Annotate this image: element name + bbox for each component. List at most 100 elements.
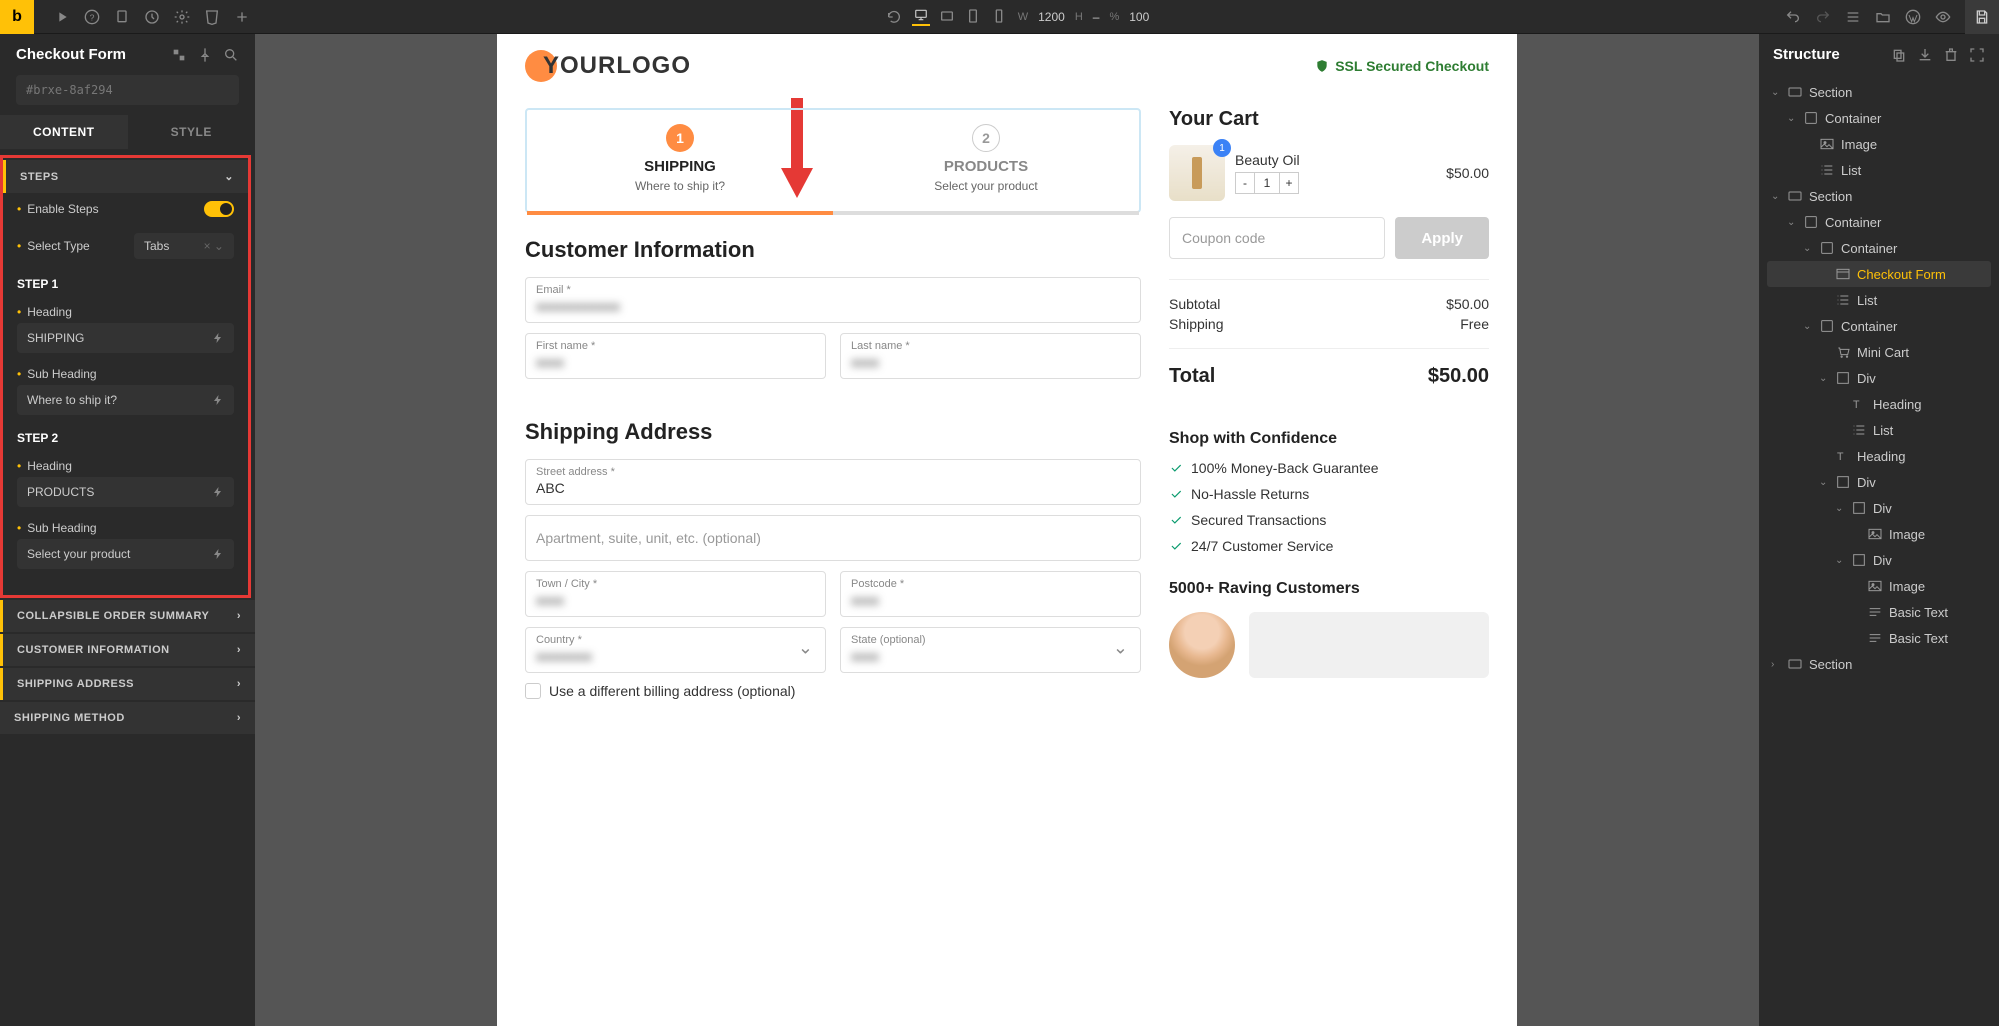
tree-item-container[interactable]: ⌄Container [1767, 313, 1991, 339]
preview-icon[interactable] [1935, 9, 1951, 25]
tree-caret-icon[interactable]: ⌄ [1835, 555, 1845, 566]
dynamic-data-icon[interactable] [212, 486, 224, 498]
section-customer-info[interactable]: CUSTOMER INFORMATION › [0, 634, 255, 666]
css-icon[interactable] [204, 9, 220, 25]
first-name-field[interactable]: First name *xxxx [525, 333, 826, 379]
canvas-viewport[interactable]: YOURLOGO SSL Secured Checkout 1 SHIPPING… [255, 34, 1759, 1026]
pin-icon[interactable] [197, 47, 213, 63]
different-billing-row[interactable]: Use a different billing address (optiona… [525, 683, 1141, 699]
tree-item-heading[interactable]: THeading [1767, 391, 1991, 417]
tree-item-image[interactable]: Image [1767, 573, 1991, 599]
copy-icon[interactable] [1891, 47, 1907, 63]
history-icon[interactable] [144, 9, 160, 25]
undo-icon[interactable] [1785, 9, 1801, 25]
tree-caret-icon[interactable]: ⌄ [1803, 243, 1813, 254]
step1-sub-input[interactable]: Where to ship it? [17, 385, 234, 415]
step-shipping[interactable]: 1 SHIPPING Where to ship it? [527, 110, 833, 211]
tab-content[interactable]: CONTENT [0, 115, 128, 149]
wordpress-icon[interactable] [1905, 9, 1921, 25]
settings-icon[interactable] [174, 9, 190, 25]
tree-item-container[interactable]: ⌄Container [1767, 105, 1991, 131]
tree-item-container[interactable]: ⌄Container [1767, 209, 1991, 235]
tree-item-div[interactable]: ⌄Div [1767, 547, 1991, 573]
tree-item-div[interactable]: ⌄Div [1767, 495, 1991, 521]
refresh-icon[interactable] [886, 9, 902, 25]
apply-coupon-button[interactable]: Apply [1395, 217, 1489, 259]
section-shipping-address[interactable]: SHIPPING ADDRESS › [0, 668, 255, 700]
tab-style[interactable]: STYLE [128, 115, 256, 149]
section-collapsible-summary[interactable]: COLLAPSIBLE ORDER SUMMARY › [0, 600, 255, 632]
tree-item-list[interactable]: List [1767, 287, 1991, 313]
tree-caret-icon[interactable]: ⌄ [1771, 191, 1781, 202]
step1-heading-input[interactable]: SHIPPING [17, 323, 234, 353]
tree-item-div[interactable]: ⌄Div [1767, 469, 1991, 495]
tree-caret-icon[interactable]: ⌄ [1787, 113, 1797, 124]
state-field[interactable]: State (optional)xxxx [840, 627, 1141, 673]
qty-increase-button[interactable]: + [1279, 172, 1299, 194]
tree-item-image[interactable]: Image [1767, 131, 1991, 157]
tree-item-container[interactable]: ⌄Container [1767, 235, 1991, 261]
help-icon[interactable]: ? [84, 9, 100, 25]
tree-caret-icon[interactable]: ⌄ [1787, 217, 1797, 228]
tree-item-section[interactable]: ›Section [1767, 651, 1991, 677]
tree-item-text[interactable]: Basic Text [1767, 625, 1991, 651]
mobile-device-icon[interactable] [990, 8, 1008, 26]
tree-item-image[interactable]: Image [1767, 521, 1991, 547]
last-name-field[interactable]: Last name *xxxx [840, 333, 1141, 379]
country-field[interactable]: Country *xxxxxxxx [525, 627, 826, 673]
tree-caret-icon[interactable]: › [1771, 659, 1781, 670]
section-shipping-method[interactable]: SHIPPING METHOD › [0, 702, 255, 734]
city-field[interactable]: Town / City *xxxx [525, 571, 826, 617]
pages-icon[interactable] [114, 9, 130, 25]
tree-item-list[interactable]: List [1767, 157, 1991, 183]
qty-decrease-button[interactable]: - [1235, 172, 1255, 194]
tree-item-section[interactable]: ⌄Section [1767, 183, 1991, 209]
different-billing-checkbox[interactable] [525, 683, 541, 699]
apartment-field[interactable]: Apartment, suite, unit, etc. (optional) [525, 515, 1141, 561]
zoom-value[interactable]: 100 [1129, 10, 1149, 24]
download-icon[interactable] [1917, 47, 1933, 63]
tree-caret-icon[interactable]: ⌄ [1771, 87, 1781, 98]
tablet-portrait-icon[interactable] [964, 8, 982, 26]
tree-caret-icon[interactable]: ⌄ [1819, 477, 1829, 488]
street-field[interactable]: Street address *ABC [525, 459, 1141, 505]
step2-sub-input[interactable]: Select your product [17, 539, 234, 569]
step-products[interactable]: 2 PRODUCTS Select your product [833, 110, 1139, 211]
dynamic-data-icon[interactable] [212, 548, 224, 560]
list-view-icon[interactable] [1845, 9, 1861, 25]
brand-logo-icon[interactable]: b [0, 0, 34, 34]
tree-caret-icon[interactable]: ⌄ [1803, 321, 1813, 332]
email-field[interactable]: Email *xxxxxxxxxxxx [525, 277, 1141, 323]
folder-icon[interactable] [1875, 9, 1891, 25]
expand-icon[interactable] [1969, 47, 1985, 63]
tree-item-heading[interactable]: THeading [1767, 443, 1991, 469]
tablet-landscape-icon[interactable] [938, 8, 956, 26]
save-button[interactable] [1965, 0, 1999, 34]
width-value[interactable]: 1200 [1038, 10, 1065, 24]
class-icon[interactable] [171, 47, 187, 63]
dynamic-data-icon[interactable] [212, 394, 224, 406]
tree-item-text[interactable]: Basic Text [1767, 599, 1991, 625]
tree-item-list[interactable]: List [1767, 417, 1991, 443]
search-icon[interactable] [223, 47, 239, 63]
add-icon[interactable] [234, 9, 250, 25]
dynamic-data-icon[interactable] [212, 332, 224, 344]
height-value[interactable]: – [1093, 10, 1100, 24]
element-id-input[interactable]: #brxe-8af294 [16, 75, 239, 105]
step2-heading-input[interactable]: PRODUCTS [17, 477, 234, 507]
canvas[interactable]: YOURLOGO SSL Secured Checkout 1 SHIPPING… [497, 34, 1517, 1026]
desktop-device-icon[interactable] [912, 8, 930, 26]
tree-item-cart[interactable]: Mini Cart [1767, 339, 1991, 365]
postcode-field[interactable]: Postcode *xxxx [840, 571, 1141, 617]
enable-steps-toggle[interactable] [204, 201, 234, 217]
coupon-input[interactable]: Coupon code [1169, 217, 1385, 259]
select-type-dropdown[interactable]: Tabs × ⌄ [134, 233, 234, 259]
tree-item-section[interactable]: ⌄Section [1767, 79, 1991, 105]
delete-icon[interactable] [1943, 47, 1959, 63]
tree-caret-icon[interactable]: ⌄ [1835, 503, 1845, 514]
tree-item-div[interactable]: ⌄Div [1767, 365, 1991, 391]
tree-caret-icon[interactable]: ⌄ [1819, 373, 1829, 384]
section-steps[interactable]: STEPS ⌄ [3, 160, 248, 193]
redo-icon[interactable] [1815, 9, 1831, 25]
tree-item-checkout[interactable]: Checkout Form [1767, 261, 1991, 287]
